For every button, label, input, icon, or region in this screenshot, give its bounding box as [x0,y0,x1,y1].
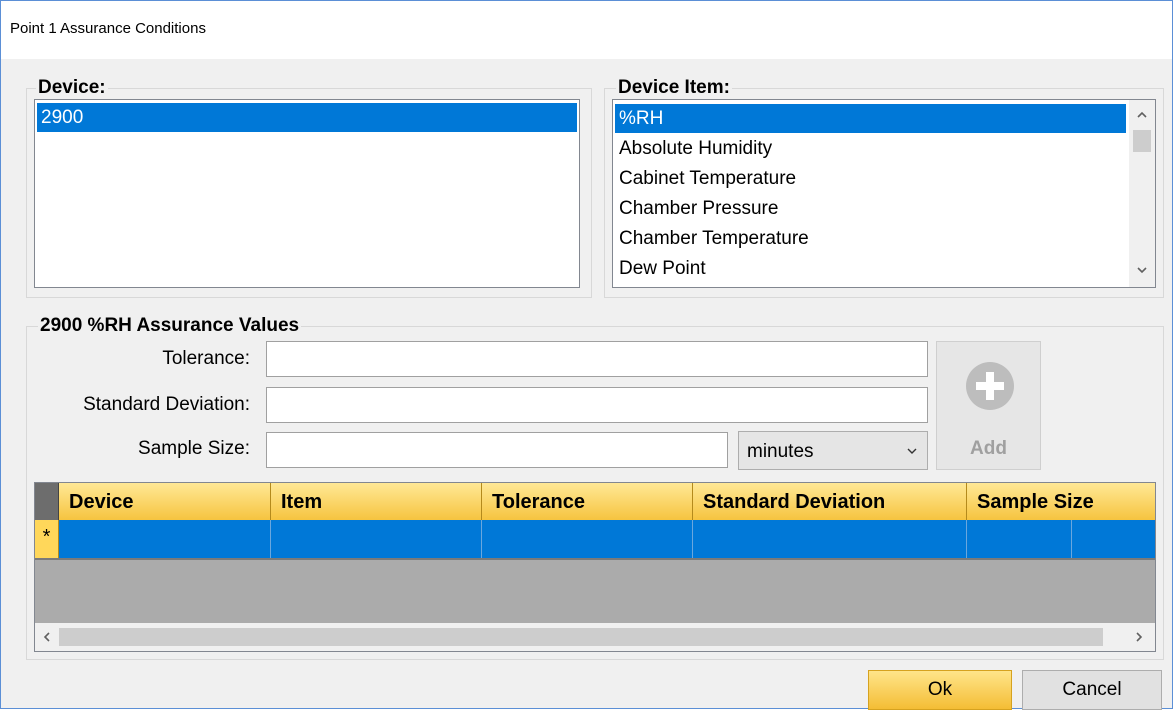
column-header-tolerance[interactable]: Tolerance [482,483,693,520]
column-header-sample-size[interactable]: Sample Size [967,483,1155,520]
grid-cell-sample-size[interactable] [967,520,1072,558]
unit-select-value: minutes [747,441,814,462]
ok-button[interactable]: Ok [868,670,1012,710]
scrollbar-thumb[interactable] [1133,130,1151,152]
device-item-group-label: Device Item: [616,77,732,98]
grid-cell-standard-deviation[interactable] [693,520,967,558]
device-item-chamber-temperature[interactable]: Chamber Temperature [615,224,1126,253]
device-group-label: Device: [36,77,108,98]
scroll-left-arrow-icon[interactable] [43,632,51,642]
device-item-scrollbar[interactable] [1129,100,1155,287]
row-divider [35,558,1155,560]
sample-size-unit-select[interactable]: minutes [738,431,928,470]
add-button[interactable]: Add [936,341,1041,470]
device-listbox[interactable]: 2900 [34,99,580,288]
cancel-button[interactable]: Cancel [1022,670,1162,710]
grid-corner-header [35,483,59,520]
scroll-up-arrow-icon[interactable] [1137,111,1147,119]
grid-cell-tolerance[interactable] [482,520,693,558]
window-title: Point 1 Assurance Conditions [10,20,206,37]
grid-cell-extra[interactable] [1072,520,1155,558]
column-header-device[interactable]: Device [59,483,271,520]
device-list-item[interactable]: 2900 [37,103,577,132]
grid-cell-item[interactable] [271,520,482,558]
sample-size-input[interactable] [266,432,728,468]
plus-circle-icon [966,362,1014,410]
new-row-marker[interactable]: * [35,520,59,558]
grid-horizontal-scrollbar[interactable] [35,623,1155,651]
device-item-rh[interactable]: %RH [615,104,1126,133]
device-item-dew-point[interactable]: Dew Point [615,254,1126,283]
device-item-listbox[interactable]: %RH Absolute Humidity Cabinet Temperatur… [612,99,1156,288]
device-item-chamber-pressure[interactable]: Chamber Pressure [615,194,1126,223]
column-header-item[interactable]: Item [271,483,482,520]
add-button-label: Add [970,438,1007,459]
horizontal-scrollbar-thumb[interactable] [59,628,1103,646]
device-item-absolute-humidity[interactable]: Absolute Humidity [615,134,1126,163]
device-item-cabinet-temperature[interactable]: Cabinet Temperature [615,164,1126,193]
sample-size-label: Sample Size: [138,438,250,459]
scroll-down-arrow-icon[interactable] [1137,266,1147,274]
chevron-down-icon [907,448,917,454]
grid-cell-device[interactable] [59,520,271,558]
tolerance-input[interactable] [266,341,928,377]
tolerance-label: Tolerance: [162,348,250,369]
standard-deviation-input[interactable] [266,387,928,423]
assurance-values-label: 2900 %RH Assurance Values [38,315,302,336]
column-header-standard-deviation[interactable]: Standard Deviation [693,483,967,520]
scroll-right-arrow-icon[interactable] [1135,632,1143,642]
standard-deviation-label: Standard Deviation: [83,394,250,415]
assurance-data-grid[interactable]: Device Item Tolerance Standard Deviation… [34,482,1156,652]
